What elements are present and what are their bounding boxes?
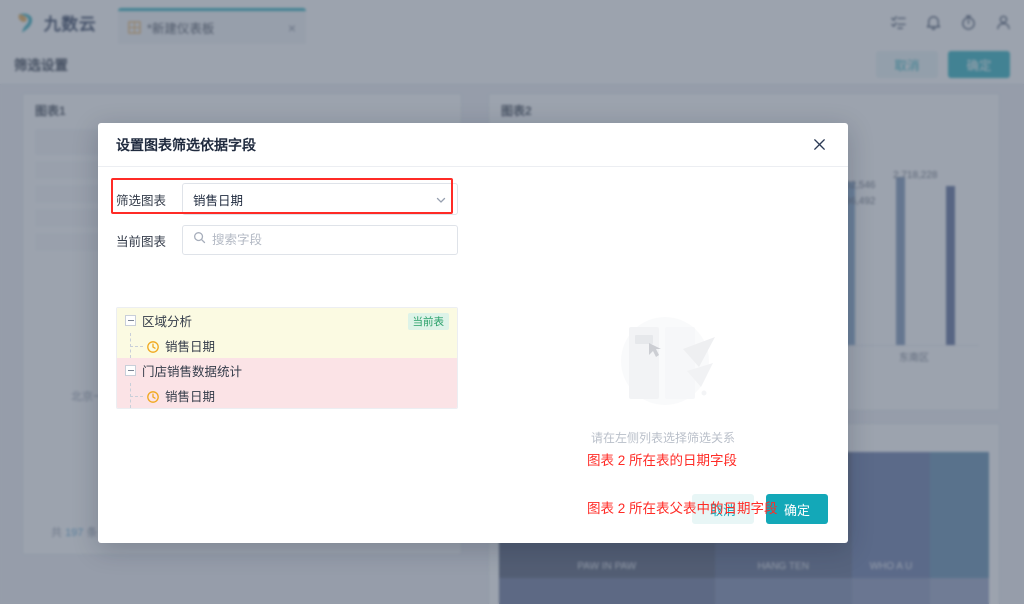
- filter-chart-label: 筛选图表: [116, 193, 167, 208]
- chevron-down-icon: [435, 193, 447, 205]
- tree-line-horizontal: [130, 345, 143, 347]
- tree-field-label: 销售日期: [165, 340, 216, 354]
- dialog-header: 设置图表筛选依据字段: [98, 123, 848, 167]
- close-icon[interactable]: [808, 134, 830, 156]
- current-chart-label: 当前图表: [116, 234, 167, 249]
- empty-illustration-icon: [603, 309, 723, 419]
- field-tree: 区域分析 当前表 销售日期 门店销售数据统计 销售日期: [116, 307, 458, 409]
- set-filter-field-dialog: 设置图表筛选依据字段 筛选图表 销售日期 当前图表 搜索字段 区域分析 当前表 …: [98, 123, 848, 543]
- dialog-title: 设置图表筛选依据字段: [116, 136, 256, 153]
- tree-node-table[interactable]: 门店销售数据统计: [117, 358, 457, 383]
- search-icon: [193, 231, 206, 249]
- empty-state-text: 请在左侧列表选择筛选关系: [590, 430, 735, 445]
- search-input[interactable]: [212, 233, 447, 247]
- tree-group: 门店销售数据统计 销售日期: [117, 358, 457, 408]
- clock-icon: [147, 390, 159, 403]
- tree-node-field[interactable]: 销售日期: [117, 383, 457, 408]
- filter-chart-select[interactable]: 销售日期: [182, 183, 458, 215]
- search-field-wrapper[interactable]: [182, 225, 458, 255]
- tree-field-label: 销售日期: [165, 390, 216, 404]
- tree-node-table[interactable]: 区域分析: [117, 308, 457, 333]
- tree-line-horizontal: [130, 395, 143, 397]
- tree-node-label: 门店销售数据统计: [142, 365, 243, 379]
- collapse-icon[interactable]: [125, 365, 136, 376]
- filter-chart-row: 筛选图表 销售日期: [116, 183, 830, 215]
- empty-state: 请在左侧列表选择筛选关系: [498, 227, 828, 527]
- tree-node-label: 区域分析: [142, 315, 193, 329]
- dialog-body: 筛选图表 销售日期 当前图表 搜索字段 区域分析 当前表 销售日期 门店销售数据…: [98, 167, 848, 516]
- annotation-text-2: 图表 2 所在表父表中的日期字段: [587, 501, 778, 516]
- tree-group: 区域分析 当前表 销售日期: [117, 308, 457, 358]
- current-table-badge: 当前表: [407, 313, 449, 330]
- clock-icon: [147, 340, 159, 353]
- screen-root: 九数云 *新建仪表板 ×: [0, 0, 1024, 604]
- filter-chart-value: 销售日期: [193, 193, 244, 208]
- collapse-icon[interactable]: [125, 315, 136, 326]
- tree-node-field[interactable]: 销售日期: [117, 333, 457, 358]
- annotation-text-1: 图表 2 所在表的日期字段: [587, 453, 738, 468]
